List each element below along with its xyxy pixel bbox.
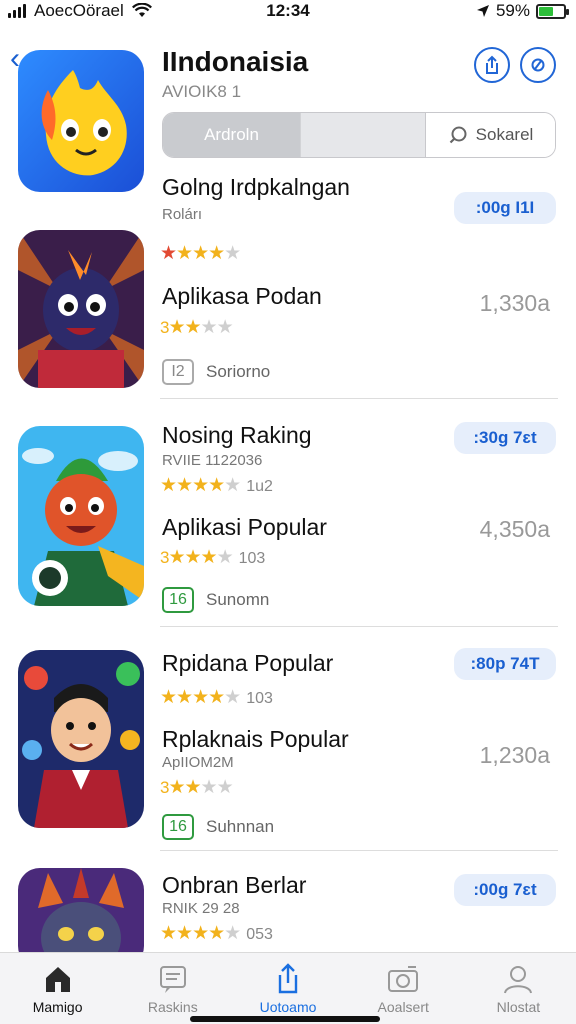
app-icon-3[interactable] — [18, 426, 144, 606]
tab-label: Aoalsert — [377, 999, 429, 1015]
get-button[interactable]: :00g 7ɛt — [454, 874, 556, 906]
star-rating: 3★★★★ — [160, 777, 234, 798]
segmented-control: Ardroln Sokarel — [162, 112, 556, 158]
share-icon — [486, 55, 498, 74]
search-label: Sokarel — [475, 125, 534, 144]
tab-bar: Mamigo Raskins Uotoamo Aoalsert Nlostat — [0, 952, 576, 1024]
page-title: IIndonaisia — [162, 46, 309, 77]
page-subtitle: AVIOIK8 1 — [162, 82, 242, 101]
tab-home[interactable]: Mamigo — [0, 953, 115, 1024]
item-meta: RVIIE 1122036 — [162, 452, 263, 469]
app-icon-header[interactable] — [18, 50, 144, 192]
status-right: 59% — [476, 1, 569, 21]
star-rating: 3★★★★ 103 — [160, 547, 266, 568]
tab-label: Raskins — [147, 999, 198, 1015]
item-title[interactable]: Aplikasi Popular — [162, 514, 327, 541]
segment-android[interactable]: Ardroln — [163, 113, 300, 157]
circle-slash-icon — [531, 58, 545, 72]
item-title[interactable]: Rpidana Popular — [162, 650, 333, 677]
age-label: Soriorno — [206, 362, 271, 381]
item-title[interactable]: Nosing Raking — [162, 422, 312, 449]
star-rating: ★★★★★ 103 — [160, 687, 273, 708]
download-count: 1,230a — [479, 742, 550, 768]
tab-label: Nlostat — [496, 999, 541, 1015]
divider — [160, 398, 558, 399]
battery-icon — [536, 3, 569, 19]
tab-label: Mamigo — [32, 999, 83, 1015]
get-button[interactable]: :30g 7ɛt — [454, 422, 556, 454]
app-icon-4[interactable] — [18, 650, 144, 828]
rating-count: 103 — [238, 550, 266, 567]
star-rating: ★★★★★ — [160, 243, 241, 264]
status-bar: AoecOörael 12:34 59% — [0, 0, 576, 24]
item-meta: Rolárı — [162, 206, 203, 223]
segment-search[interactable]: Sokarel — [425, 113, 555, 157]
home-indicator — [190, 1016, 380, 1022]
rating-count: 1u2 — [246, 478, 273, 495]
divider — [160, 626, 558, 627]
get-button[interactable]: :00g I1I — [454, 192, 556, 224]
search-icon — [449, 126, 467, 144]
item-title[interactable]: Golng Irdpkalngan — [162, 174, 350, 201]
rating-count: 053 — [246, 926, 273, 943]
home-icon — [45, 967, 70, 992]
item-meta: ApIIOM2M — [162, 754, 234, 771]
segment-empty[interactable] — [300, 113, 425, 157]
tab-search[interactable]: Aoalsert — [346, 953, 461, 1024]
download-count: 1,330a — [479, 290, 550, 316]
item-title[interactable]: Aplikasa Podan — [162, 283, 322, 310]
age-rating-badge: 16 — [162, 587, 194, 613]
tab-label: Uotoamo — [259, 999, 317, 1015]
item-meta: RNIK 29 28 — [162, 900, 240, 917]
divider — [160, 850, 558, 851]
age-label: Suhnnan — [206, 817, 275, 836]
more-button[interactable] — [520, 47, 556, 83]
star-rating: ★★★★★ 053 — [160, 923, 273, 944]
battery-percent: 59% — [495, 1, 530, 20]
item-title[interactable]: Onbran Berlar — [162, 872, 306, 899]
star-rating: 3★★★★ — [160, 317, 234, 338]
tab-rankings[interactable]: Raskins — [115, 953, 230, 1024]
rating-count: 103 — [246, 690, 273, 707]
camera-icon — [388, 966, 419, 992]
tab-updates[interactable]: Uotoamo — [230, 953, 345, 1024]
share-icon — [278, 963, 298, 994]
app-icon-2[interactable] — [18, 230, 144, 388]
age-label: Sunomn — [206, 590, 270, 609]
tab-profile[interactable]: Nlostat — [461, 953, 576, 1024]
profile-icon — [504, 966, 533, 994]
location-arrow-icon — [476, 5, 489, 17]
ranking-icon — [159, 966, 186, 993]
download-count: 4,350a — [479, 516, 550, 542]
star-rating: ★★★★★ 1u2 — [160, 475, 273, 496]
share-button[interactable] — [474, 47, 510, 83]
item-title[interactable]: Rplaknais Popular — [162, 726, 349, 753]
age-rating-badge: 16 — [162, 814, 194, 840]
age-rating-badge: I2 — [162, 359, 194, 385]
get-button[interactable]: :80p 74T — [454, 648, 556, 680]
